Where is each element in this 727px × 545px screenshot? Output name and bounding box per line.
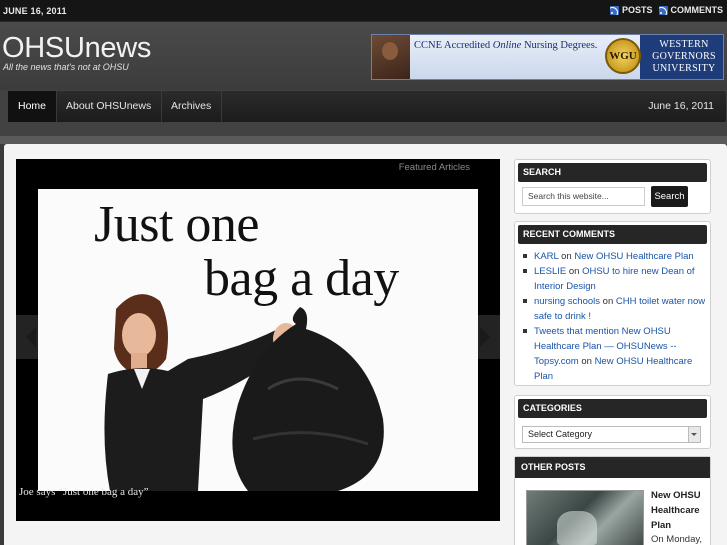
other-posts-widget: OTHER POSTS New OHSU Healthcare Plan On … [514,456,711,545]
rss-icon [609,5,619,15]
featured-slide-image[interactable]: Just one bag a day [38,189,478,491]
other-posts-heading: OTHER POSTS [515,457,710,478]
ad-university-name: WESTERN GOVERNORS UNIVERSITY [652,39,716,74]
nav-archives[interactable]: Archives [161,91,223,122]
feed-links: POSTS COMMENTS [609,5,724,15]
top-bar: JUNE 16, 2011 POSTS COMMENTS [0,0,727,22]
nav-wrapper: Home About OHSUnews Archives June 16, 20… [0,90,727,136]
chevron-down-icon [688,427,700,442]
site-tagline: All the news that's not at OHSU [3,62,129,72]
comment-author-link[interactable]: KARL [534,251,558,262]
slide-caption: Joe says “Just one bag a day” [19,486,149,498]
ad-photo [372,35,410,79]
main-nav: Home About OHSUnews Archives June 16, 20… [8,91,726,122]
slider-next-arrow-icon[interactable] [478,315,500,359]
header-divider [0,136,727,144]
site-header: OHSUnews All the news that's not at OHSU… [0,22,727,90]
category-select-value: Select Category [528,429,593,439]
categories-widget: CATEGORIES Select Category [514,395,711,449]
posts-feed-link[interactable]: POSTS [609,5,653,15]
search-button[interactable]: Search [651,186,688,207]
comment-post-link[interactable]: New OHSU Healthcare Plan [574,251,693,262]
nav-about[interactable]: About OHSUnews [56,91,163,122]
list-item: nursing schools on CHH toilet water now … [523,296,706,322]
search-input[interactable]: Search this website... [522,187,645,206]
recent-comments-list: KARL on New OHSU Healthcare Plan LESLIE … [515,247,710,384]
other-post-title-link[interactable]: New OHSU Healthcare Plan [651,488,706,533]
recent-comments-heading: RECENT COMMENTS [518,225,707,244]
category-select[interactable]: Select Category [522,426,701,443]
comments-feed-link[interactable]: COMMENTS [658,5,724,15]
site-title[interactable]: OHSUnews [2,32,151,65]
featured-label: Featured Articles [398,162,470,173]
wgu-seal-icon: WGU [605,38,641,74]
nav-date: June 16, 2011 [648,100,714,112]
posts-feed-label: POSTS [621,5,653,15]
categories-heading: CATEGORIES [518,399,707,418]
ad-headline: CCNE Accredited Online Nursing Degrees. [414,40,598,51]
search-heading: SEARCH [518,163,707,182]
list-item: Tweets that mention New OHSU Healthcare … [523,324,706,384]
other-post-excerpt: On Monday, [651,534,703,545]
list-item: KARL on New OHSU Healthcare Plan [523,249,706,264]
woman-with-trash-bag-illustration [104,294,384,491]
rss-icon [658,5,668,15]
post-thumbnail[interactable] [526,490,644,545]
recent-comments-widget: RECENT COMMENTS KARL on New OHSU Healthc… [514,221,711,386]
banner-ad[interactable]: CCNE Accredited Online Nursing Degrees. … [371,34,724,80]
comments-feed-label: COMMENTS [670,5,724,15]
top-date: JUNE 16, 2011 [3,6,67,16]
search-widget: SEARCH Search this website... Search [514,159,711,214]
slider-prev-arrow-icon[interactable] [16,315,38,359]
nav-home[interactable]: Home [8,91,58,122]
main-content: Featured Articles Just one bag a day Joe… [4,144,727,545]
featured-slider: Featured Articles Just one bag a day Joe… [16,159,500,521]
list-item: LESLIE on OHSU to hire new Dean of Inter… [523,264,706,294]
comment-author-link[interactable]: nursing schools [534,296,600,307]
comment-author-link[interactable]: LESLIE [534,266,566,277]
